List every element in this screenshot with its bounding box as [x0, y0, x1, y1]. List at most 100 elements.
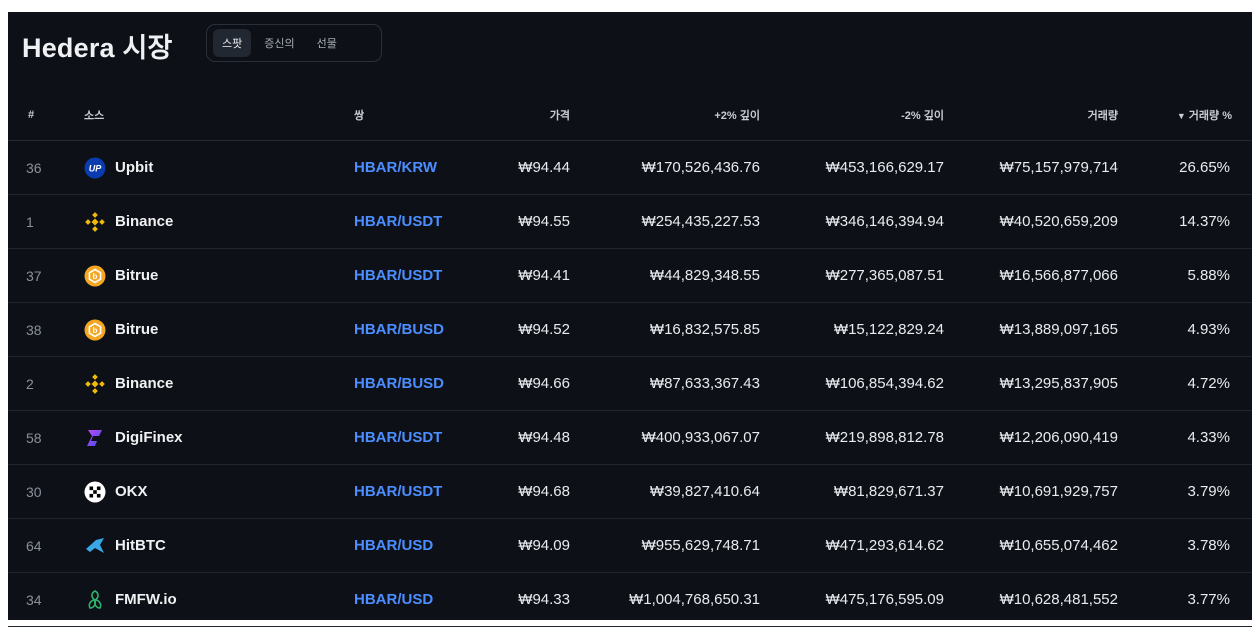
row-rank: 38	[8, 302, 84, 357]
row-pair: HBAR/BUSD	[354, 356, 480, 411]
hitbtc-icon	[84, 535, 106, 557]
row-source: Binance	[84, 194, 354, 249]
row-price: ₩94.33	[480, 572, 570, 627]
digifinex-icon	[84, 427, 106, 449]
row-depth-plus: ₩44,829,348.55	[570, 248, 760, 303]
row-depth-minus: ₩15,122,829.24	[760, 302, 944, 357]
row-depth-minus: ₩81,829,671.37	[760, 464, 944, 519]
bitrue-icon: b	[84, 265, 106, 287]
row-price: ₩94.44	[480, 140, 570, 195]
row-depth-plus: ₩39,827,410.64	[570, 464, 760, 519]
row-volume: ₩12,206,090,419	[944, 410, 1118, 465]
table-row[interactable]: 37 b Bitrue HBAR/USDT ₩94.41 ₩44,829,348.55 ₩2…	[8, 248, 1252, 303]
row-depth-plus: ₩400,933,067.07	[570, 410, 760, 465]
row-volume: ₩10,628,481,552	[944, 572, 1118, 627]
header-depth-minus[interactable]: -2% 깊이	[760, 90, 944, 141]
row-depth-plus: ₩254,435,227.53	[570, 194, 760, 249]
header-volume-pct[interactable]: ▼ 거래량 %	[1118, 90, 1252, 141]
header-depth-plus[interactable]: +2% 깊이	[570, 90, 760, 141]
row-pair-link[interactable]: HBAR/USDT	[354, 213, 442, 230]
table-row[interactable]: 36 UP Upbit HBAR/KRW ₩94.44 ₩170,526,436.76 ₩4…	[8, 140, 1252, 195]
row-volume: ₩75,157,979,714	[944, 140, 1118, 195]
row-pair-link[interactable]: HBAR/USDT	[354, 267, 442, 284]
table-row[interactable]: 34 FMFW.io HBAR/USD ₩94.33 ₩1,004,768,650.31…	[8, 572, 1252, 627]
row-source: FMFW.io	[84, 572, 354, 627]
row-rank: 30	[8, 464, 84, 519]
header-volume-pct-label: 거래량 %	[1188, 110, 1232, 122]
markets-header: Hedera 시장 스팟 증신의 선물	[8, 12, 1252, 84]
header-price[interactable]: 가격	[480, 90, 570, 141]
upbit-icon: UP	[84, 157, 106, 179]
row-rank: 36	[8, 140, 84, 195]
row-depth-minus: ₩453,166,629.17	[760, 140, 944, 195]
row-pair: HBAR/USDT	[354, 410, 480, 465]
row-source-name[interactable]: HitBTC	[115, 537, 166, 554]
row-price: ₩94.52	[480, 302, 570, 357]
tab-margin[interactable]: 증신의	[255, 29, 303, 57]
page-title: Hedera 시장	[22, 33, 173, 63]
row-volume: ₩10,655,074,462	[944, 518, 1118, 573]
row-pair-link[interactable]: HBAR/KRW	[354, 159, 437, 176]
row-pair-link[interactable]: HBAR/BUSD	[354, 321, 444, 338]
header-volume[interactable]: 거래량	[944, 90, 1118, 141]
row-pair-link[interactable]: HBAR/USD	[354, 537, 433, 554]
row-source-name[interactable]: DigiFinex	[115, 429, 183, 446]
row-depth-plus: ₩87,633,367.43	[570, 356, 760, 411]
row-source-name[interactable]: FMFW.io	[115, 591, 177, 608]
tab-spot[interactable]: 스팟	[213, 29, 252, 57]
table-row[interactable]: 58 DigiFinex HBAR/USDT ₩94.48 ₩400,933,067.0…	[8, 410, 1252, 465]
row-source-name[interactable]: Binance	[115, 213, 173, 230]
row-source-name[interactable]: OKX	[115, 483, 148, 500]
row-source-name[interactable]: Bitrue	[115, 321, 158, 338]
markets-table-body: 36 UP Upbit HBAR/KRW ₩94.44 ₩170,526,436.76 ₩4…	[8, 140, 1252, 627]
row-source: HitBTC	[84, 518, 354, 573]
row-pair-link[interactable]: HBAR/BUSD	[354, 375, 444, 392]
svg-text:b: b	[93, 326, 98, 335]
row-price: ₩94.41	[480, 248, 570, 303]
row-source-name[interactable]: Upbit	[115, 159, 153, 176]
markets-panel: Hedera 시장 스팟 증신의 선물 # 소스 쌍 가격 +2% 깊이 -2%…	[8, 12, 1252, 627]
row-volume-pct: 26.65%	[1118, 140, 1252, 195]
row-volume-pct: 3.78%	[1118, 518, 1252, 573]
row-volume: ₩40,520,659,209	[944, 194, 1118, 249]
fmfw-icon	[84, 589, 106, 611]
row-pair-link[interactable]: HBAR/USD	[354, 591, 433, 608]
row-volume: ₩13,889,097,165	[944, 302, 1118, 357]
row-rank: 34	[8, 572, 84, 627]
header-source[interactable]: 소스	[84, 90, 354, 141]
row-pair: HBAR/BUSD	[354, 302, 480, 357]
row-rank: 64	[8, 518, 84, 573]
row-price: ₩94.48	[480, 410, 570, 465]
row-volume-pct: 14.37%	[1118, 194, 1252, 249]
row-depth-plus: ₩16,832,575.85	[570, 302, 760, 357]
row-pair: HBAR/KRW	[354, 140, 480, 195]
row-volume-pct: 4.72%	[1118, 356, 1252, 411]
sort-desc-icon: ▼	[1176, 111, 1186, 121]
table-header-row: # 소스 쌍 가격 +2% 깊이 -2% 깊이 거래량 ▼ 거래량 %	[8, 90, 1252, 141]
row-volume: ₩10,691,929,757	[944, 464, 1118, 519]
table-row[interactable]: 38 b Bitrue HBAR/BUSD ₩94.52 ₩16,832,575.85 ₩1…	[8, 302, 1252, 357]
row-source-name[interactable]: Bitrue	[115, 267, 158, 284]
row-price: ₩94.09	[480, 518, 570, 573]
row-pair: HBAR/USDT	[354, 194, 480, 249]
svg-text:b: b	[93, 272, 98, 281]
row-source-name[interactable]: Binance	[115, 375, 173, 392]
svg-text:UP: UP	[89, 163, 102, 173]
row-volume-pct: 4.93%	[1118, 302, 1252, 357]
row-source: UP Upbit	[84, 140, 354, 195]
header-pair[interactable]: 쌍	[354, 90, 480, 141]
tab-futures[interactable]: 선물	[308, 29, 346, 57]
row-volume-pct: 4.33%	[1118, 410, 1252, 465]
header-rank[interactable]: #	[8, 90, 84, 141]
row-depth-minus: ₩277,365,087.51	[760, 248, 944, 303]
row-price: ₩94.66	[480, 356, 570, 411]
row-pair-link[interactable]: HBAR/USDT	[354, 483, 442, 500]
table-row[interactable]: 30 OKX HBAR/USDT ₩94.68 ₩39,827,410.64 ₩81,82…	[8, 464, 1252, 519]
row-price: ₩94.68	[480, 464, 570, 519]
row-rank: 37	[8, 248, 84, 303]
table-row[interactable]: 2 Binance HBAR/BUSD ₩94.66 ₩87,633,367.43 ₩10…	[8, 356, 1252, 411]
table-row[interactable]: 64 HitBTC HBAR/USD ₩94.09 ₩955,629,748.71 ₩47…	[8, 518, 1252, 573]
row-rank: 58	[8, 410, 84, 465]
table-row[interactable]: 1 Binance HBAR/USDT ₩94.55 ₩254,435,227.53 ₩3…	[8, 194, 1252, 249]
row-pair-link[interactable]: HBAR/USDT	[354, 429, 442, 446]
